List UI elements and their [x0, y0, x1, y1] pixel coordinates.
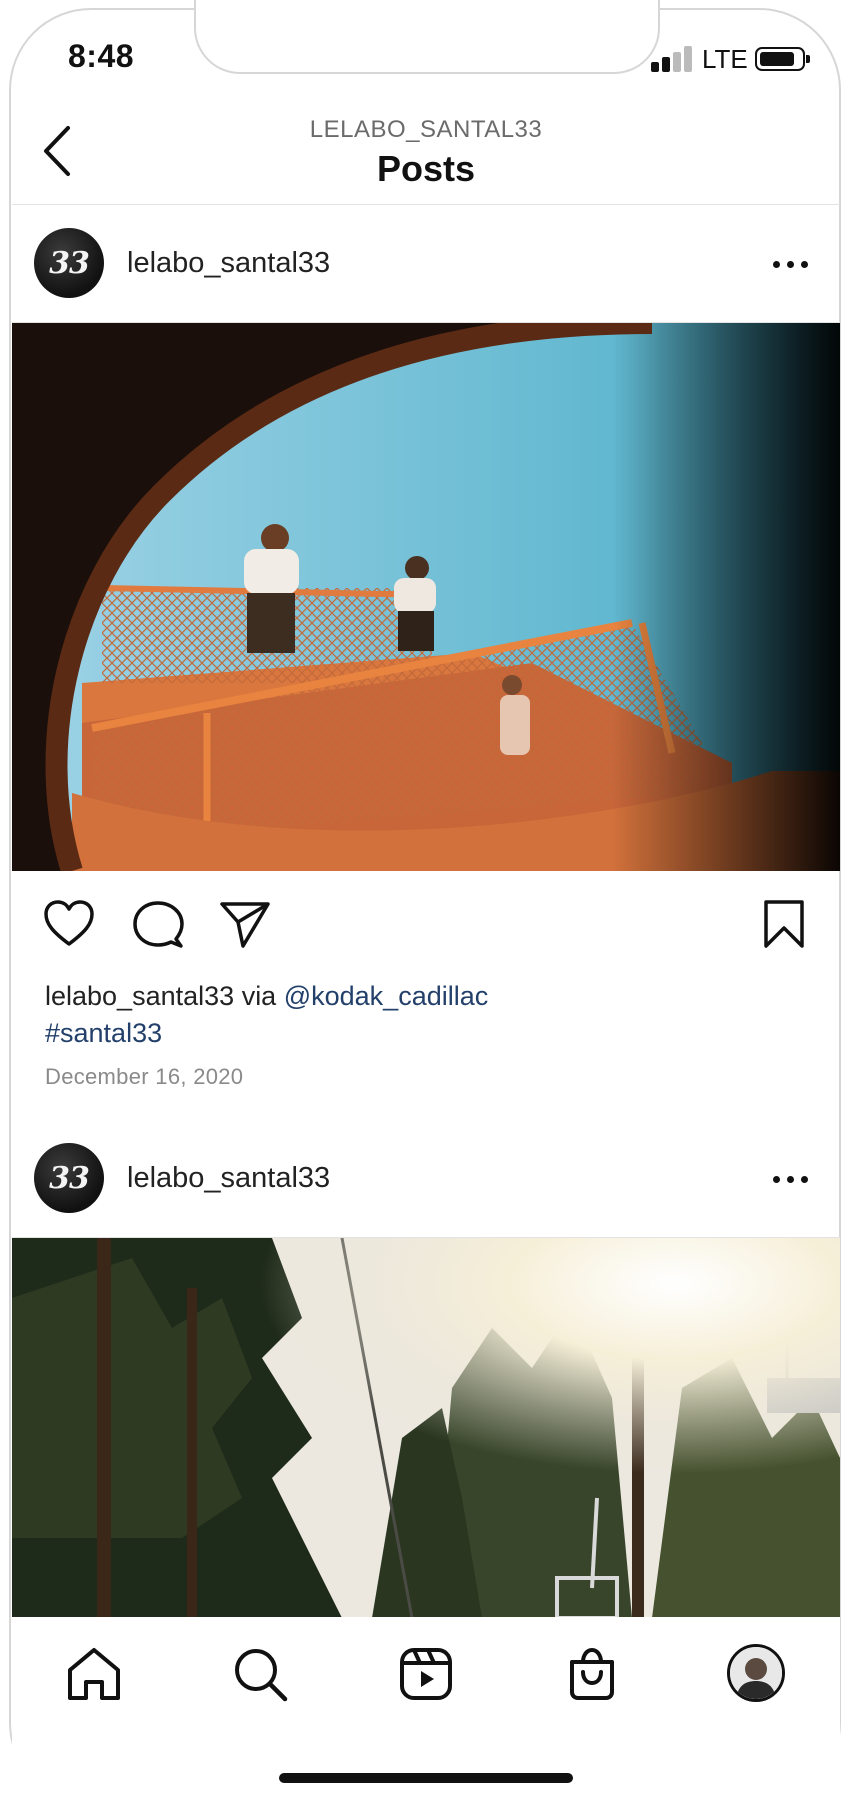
- caption-username[interactable]: lelabo_santal33: [45, 981, 234, 1011]
- home-indicator[interactable]: [279, 1773, 573, 1783]
- signal-icon: [651, 44, 695, 72]
- post-photo-image: [12, 323, 840, 871]
- post-username[interactable]: lelabo_santal33: [127, 247, 330, 280]
- comment-icon: [133, 901, 184, 948]
- post-avatar[interactable]: 33: [34, 1143, 104, 1213]
- like-button[interactable]: [43, 898, 95, 950]
- send-icon: [220, 902, 270, 948]
- heart-icon: [44, 900, 94, 946]
- share-button[interactable]: [219, 898, 271, 950]
- post-photo-image: [12, 1238, 840, 1618]
- post-photo[interactable]: [12, 1238, 840, 1618]
- caption-hashtag-link[interactable]: #santal33: [45, 1018, 162, 1048]
- tab-profile-avatar[interactable]: [727, 1644, 785, 1702]
- tab-reels[interactable]: [398, 1646, 454, 1702]
- page-title: Posts: [376, 148, 476, 189]
- more-options-button[interactable]: [771, 249, 811, 279]
- post-date: December 16, 2020: [45, 1064, 244, 1089]
- post-avatar[interactable]: 33: [34, 228, 104, 298]
- search-icon: [235, 1649, 288, 1702]
- tab-search[interactable]: [232, 1646, 288, 1702]
- home-icon: [68, 1648, 120, 1700]
- notch: [194, 0, 660, 74]
- bookmark-icon: [764, 900, 804, 948]
- profile-avatar-icon: [730, 1647, 782, 1699]
- network-type: LTE: [702, 44, 748, 74]
- reels-icon: [400, 1648, 452, 1700]
- caption-mention-link[interactable]: @kodak_cadillac: [284, 981, 489, 1011]
- comment-button[interactable]: [132, 899, 184, 951]
- tab-shop[interactable]: [564, 1646, 620, 1702]
- header-divider: [12, 204, 840, 205]
- post-username[interactable]: lelabo_santal33: [127, 1162, 330, 1195]
- status-time: 8:48: [68, 38, 135, 74]
- battery-icon: [755, 47, 810, 71]
- save-button[interactable]: [758, 898, 810, 950]
- post-caption: lelabo_santal33 via @kodak_cadillac #san…: [45, 978, 805, 1052]
- account-label: LELABO_SANTAL33: [309, 116, 543, 143]
- caption-via: via: [241, 981, 277, 1011]
- post-photo[interactable]: [12, 323, 840, 871]
- more-options-button[interactable]: [771, 1164, 811, 1194]
- tab-home[interactable]: [66, 1646, 122, 1702]
- avatar-text: 33: [49, 1160, 90, 1196]
- avatar-text: 33: [49, 245, 90, 281]
- shop-icon: [570, 1647, 614, 1700]
